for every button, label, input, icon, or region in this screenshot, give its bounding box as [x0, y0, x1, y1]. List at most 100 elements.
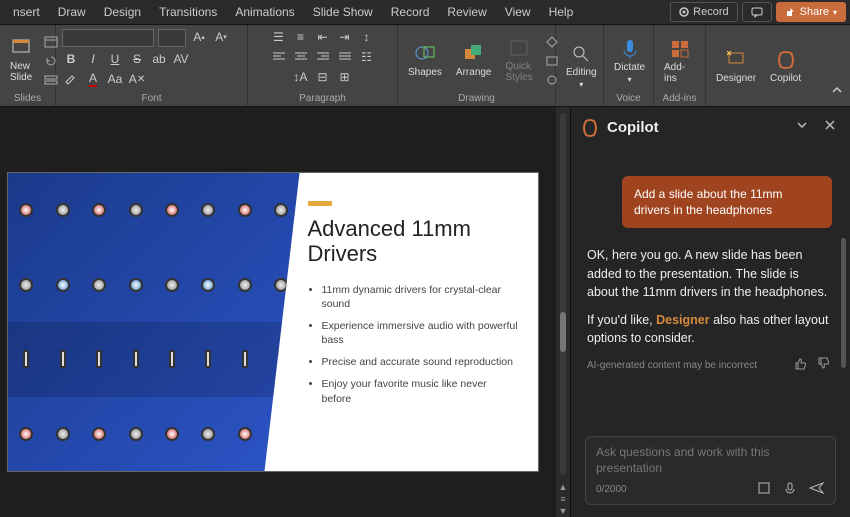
char-counter: 0/2000 [596, 484, 627, 495]
menu-review[interactable]: Review [438, 2, 495, 22]
italic-button[interactable]: I [84, 51, 102, 67]
font-name-combo[interactable] [62, 29, 154, 47]
menu-record[interactable]: Record [382, 2, 439, 22]
change-case-button[interactable]: Aa [106, 71, 124, 87]
shadow-button[interactable]: ab [150, 51, 168, 67]
font-size-combo[interactable] [158, 29, 186, 47]
group-slides: New Slide Slides [0, 25, 56, 106]
editing-button[interactable]: Editing ▾ [562, 41, 601, 91]
close-icon[interactable] [820, 115, 840, 140]
menu-animations[interactable]: Animations [226, 2, 303, 22]
assistant-message: OK, here you go. A new slide has been ad… [585, 240, 832, 377]
highlight-button[interactable] [62, 71, 80, 87]
addins-icon [669, 38, 691, 60]
copilot-scrollbar[interactable] [841, 238, 846, 368]
next-slide-button[interactable]: ▼ [559, 506, 568, 516]
font-color-button[interactable]: A [84, 71, 102, 87]
thumbs-down-icon[interactable] [817, 357, 830, 376]
line-spacing-button[interactable]: ↕ [358, 29, 376, 45]
group-addins: Add-ins Add-ins [654, 25, 706, 106]
align-right-button[interactable] [314, 49, 332, 65]
spacing-button[interactable]: AV [172, 51, 190, 67]
addins-button[interactable]: Add-ins [660, 36, 699, 86]
shrink-font-icon[interactable]: A▾ [212, 29, 230, 45]
numbering-button[interactable]: ≡ [292, 29, 310, 45]
group-voice: Dictate ▾ Voice [604, 25, 654, 106]
menu-transitions[interactable]: Transitions [150, 2, 226, 22]
prev-slide-button[interactable]: ▲ [559, 482, 568, 492]
dictate-button[interactable]: Dictate ▾ [610, 36, 649, 86]
bullet-item[interactable]: Experience immersive audio with powerful… [322, 319, 519, 347]
bullets-button[interactable]: ☰ [270, 29, 288, 45]
vertical-scrollbar[interactable]: ▲ ≡ ▼ [556, 107, 570, 517]
comments-button[interactable] [742, 2, 772, 22]
collapse-ribbon-icon[interactable] [830, 83, 844, 102]
text-direction-button[interactable]: ↕A [292, 69, 310, 85]
expand-icon[interactable] [792, 115, 812, 140]
ribbon: New Slide Slides A▴ A▾ B I U S ab [0, 25, 850, 107]
copilot-conversation[interactable]: Add a slide about the 11mm drivers in th… [571, 148, 850, 426]
align-text-button[interactable]: ⊟ [314, 69, 332, 85]
shapes-icon [414, 43, 436, 65]
copilot-ribbon-button[interactable]: Copilot [766, 47, 805, 86]
menu-view[interactable]: View [496, 2, 540, 22]
record-button[interactable]: Record [670, 2, 737, 22]
slide-canvas[interactable]: Advanced 11mm Drivers 11mm dynamic drive… [8, 173, 538, 471]
arrange-button[interactable]: Arrange [452, 41, 496, 80]
new-slide-icon [10, 38, 32, 60]
slide-editor[interactable]: Advanced 11mm Drivers 11mm dynamic drive… [0, 107, 556, 517]
thumbs-up-icon[interactable] [794, 357, 807, 376]
smartart-button[interactable]: ⊞ [336, 69, 354, 85]
attach-icon[interactable] [757, 481, 771, 498]
bullet-item[interactable]: 11mm dynamic drivers for crystal-clear s… [322, 283, 519, 311]
group-paragraph: ☰ ≡ ⇤ ⇥ ↕ ☷ ↕A ⊟ ⊞ Paragraph [248, 25, 398, 106]
designer-button[interactable]: Designer [712, 47, 760, 86]
record-icon [679, 7, 689, 17]
slide-text-box[interactable]: Advanced 11mm Drivers 11mm dynamic drive… [300, 173, 539, 471]
designer-icon [725, 49, 747, 71]
share-icon [785, 7, 796, 18]
arrange-icon [463, 43, 485, 65]
menu-bar: nsert Draw Design Transitions Animations… [0, 0, 850, 25]
new-slide-button[interactable]: New Slide [6, 36, 36, 85]
group-designer: Designer [706, 25, 760, 106]
align-center-button[interactable] [292, 49, 310, 65]
slide-bullets[interactable]: 11mm dynamic drivers for crystal-clear s… [308, 283, 519, 406]
menu-design[interactable]: Design [95, 2, 150, 22]
copilot-input-placeholder: Ask questions and work with this present… [596, 445, 825, 477]
send-icon[interactable] [809, 481, 825, 498]
menu-help[interactable]: Help [540, 2, 583, 22]
slide-image [8, 173, 300, 471]
designer-link[interactable]: Designer [656, 313, 710, 327]
user-message: Add a slide about the 11mm drivers in th… [622, 176, 832, 228]
copilot-header: Copilot [571, 107, 850, 148]
justify-button[interactable] [336, 49, 354, 65]
shapes-button[interactable]: Shapes [404, 41, 446, 80]
menu-insert[interactable]: nsert [4, 2, 49, 22]
group-editing: Editing ▾ [556, 25, 604, 106]
mic-input-icon[interactable] [783, 481, 797, 498]
indent-inc-button[interactable]: ⇥ [336, 29, 354, 45]
accent-bar [308, 201, 332, 206]
strike-button[interactable]: S [128, 51, 146, 67]
indent-dec-button[interactable]: ⇤ [314, 29, 332, 45]
quick-styles-button[interactable]: Quick Styles [502, 36, 537, 85]
copilot-logo-icon [581, 119, 599, 137]
copilot-input[interactable]: Ask questions and work with this present… [585, 436, 836, 505]
clear-format-button[interactable]: A✕ [128, 71, 146, 87]
menu-slideshow[interactable]: Slide Show [304, 2, 382, 22]
underline-button[interactable]: U [106, 51, 124, 67]
slide-title[interactable]: Advanced 11mm Drivers [308, 216, 519, 267]
mic-icon [619, 38, 641, 60]
bullet-item[interactable]: Precise and accurate sound reproduction [322, 355, 519, 369]
bullet-item[interactable]: Enjoy your favorite music like never bef… [322, 377, 519, 405]
bold-button[interactable]: B [62, 51, 80, 67]
columns-button[interactable]: ☷ [358, 49, 376, 65]
copilot-icon [775, 49, 797, 71]
share-button[interactable]: Share ▾ [776, 2, 846, 22]
menu-draw[interactable]: Draw [49, 2, 95, 22]
slide-nav-button[interactable]: ≡ [560, 494, 565, 504]
align-left-button[interactable] [270, 49, 288, 65]
grow-font-icon[interactable]: A▴ [190, 29, 208, 45]
scroll-thumb[interactable] [560, 312, 566, 352]
